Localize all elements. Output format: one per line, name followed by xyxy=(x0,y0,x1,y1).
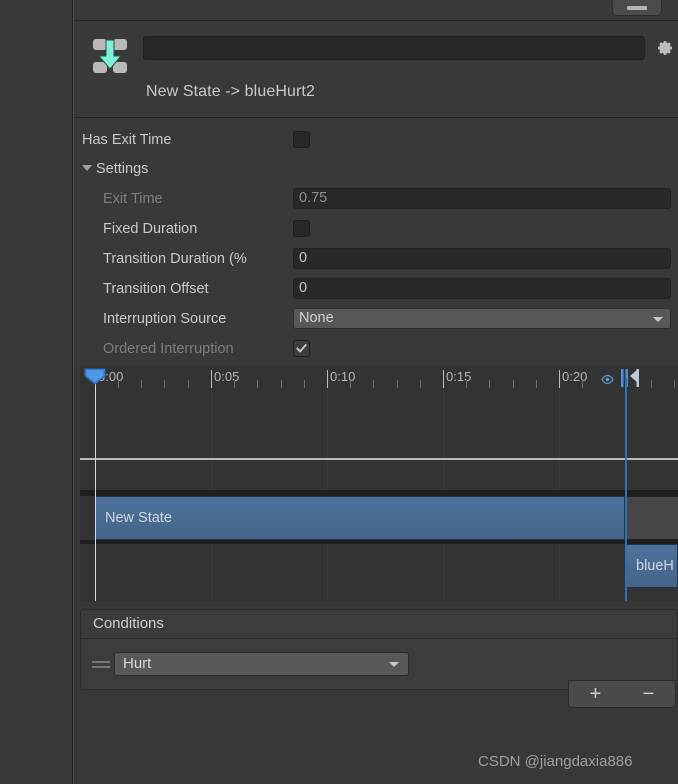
gear-icon[interactable] xyxy=(654,37,676,59)
animator-transition-icon xyxy=(86,32,134,80)
row-transition-duration: Transition Duration (% 0 xyxy=(74,248,678,270)
playhead-handle[interactable] xyxy=(84,368,106,385)
settings-label: Settings xyxy=(96,161,149,177)
add-condition-button[interactable]: + xyxy=(569,681,622,707)
ruler-label-3: 0:15 xyxy=(446,369,472,384)
transition-marker-line[interactable] xyxy=(625,378,627,601)
transition-name-input[interactable] xyxy=(143,36,645,60)
minimize-icon xyxy=(627,6,647,10)
conditions-panel: Conditions Hurt xyxy=(80,609,678,690)
transition-duration-input[interactable]: 0 xyxy=(293,248,671,269)
has-exit-time-label: Has Exit Time xyxy=(82,132,172,148)
row-transition-offset: Transition Offset 0 xyxy=(74,278,678,300)
watermark-text: CSDN @jiangdaxia886 xyxy=(478,753,633,770)
transition-header: New State -> blueHurt2 xyxy=(74,21,678,117)
interruption-source-value: None xyxy=(299,310,334,326)
unity-inspector-window: New State -> blueHurt2 Has Exit Time Set… xyxy=(0,0,678,784)
ruler-label-1: 0:05 xyxy=(214,369,240,384)
ordered-interruption-label: Ordered Interruption xyxy=(103,341,234,357)
timeline-clip-blue-hurt2[interactable]: blueH xyxy=(625,544,678,588)
conditions-add-remove-bar: + − xyxy=(568,680,676,708)
window-top-strip xyxy=(74,0,678,20)
transition-properties: Has Exit Time Settings Exit Time 0.75 Fi… xyxy=(74,118,678,365)
timeline-separator xyxy=(80,458,678,460)
remove-condition-button[interactable]: − xyxy=(622,681,675,707)
fixed-duration-checkbox[interactable] xyxy=(293,220,310,237)
left-panel-gutter xyxy=(0,0,72,784)
chevron-down-icon xyxy=(389,662,399,667)
has-exit-time-checkbox[interactable] xyxy=(293,131,310,148)
conditions-title: Conditions xyxy=(93,615,164,632)
row-has-exit-time: Has Exit Time xyxy=(74,129,678,151)
transition-duration-label: Transition Duration (% xyxy=(103,251,247,267)
row-fixed-duration: Fixed Duration xyxy=(74,218,678,240)
playhead-line xyxy=(95,384,96,601)
ordered-interruption-checkbox[interactable] xyxy=(293,340,310,357)
timeline-clip-gap xyxy=(625,496,678,540)
ruler-label-4: 0:20 xyxy=(562,369,588,384)
row-interruption-source: Interruption Source None xyxy=(74,308,678,330)
chevron-down-icon xyxy=(82,165,92,171)
row-ordered-interruption: Ordered Interruption xyxy=(74,338,678,360)
transition-preview-timeline[interactable]: 0:00 0:05 0:10 0:15 0:20 New State blueH xyxy=(80,366,678,601)
checkmark-icon xyxy=(296,343,307,353)
timeline-tracks[interactable]: New State blueH xyxy=(80,390,678,601)
interruption-source-label: Interruption Source xyxy=(103,311,227,327)
transition-offset-input[interactable]: 0 xyxy=(293,278,671,299)
timeline-clip-new-state[interactable]: New State xyxy=(94,496,625,540)
minimize-button[interactable] xyxy=(612,0,662,16)
preview-eye-icon[interactable] xyxy=(601,372,614,388)
settings-foldout[interactable]: Settings xyxy=(74,158,678,180)
exit-time-label: Exit Time xyxy=(103,191,163,207)
transition-marker-icon[interactable] xyxy=(617,369,639,390)
transition-offset-label: Transition Offset xyxy=(103,281,209,297)
transition-subtitle: New State -> blueHurt2 xyxy=(146,83,315,100)
drag-handle-icon[interactable] xyxy=(92,661,110,668)
interruption-source-dropdown[interactable]: None xyxy=(293,308,671,329)
condition-parameter-dropdown[interactable]: Hurt xyxy=(114,652,409,676)
ruler-label-2: 0:10 xyxy=(330,369,356,384)
row-exit-time: Exit Time 0.75 xyxy=(74,188,678,210)
chevron-down-icon xyxy=(653,317,663,322)
timeline-ruler[interactable]: 0:00 0:05 0:10 0:15 0:20 xyxy=(80,366,678,391)
fixed-duration-label: Fixed Duration xyxy=(103,221,198,237)
condition-parameter-value: Hurt xyxy=(123,655,152,672)
exit-time-input[interactable]: 0.75 xyxy=(293,188,671,209)
conditions-header: Conditions xyxy=(81,610,677,639)
